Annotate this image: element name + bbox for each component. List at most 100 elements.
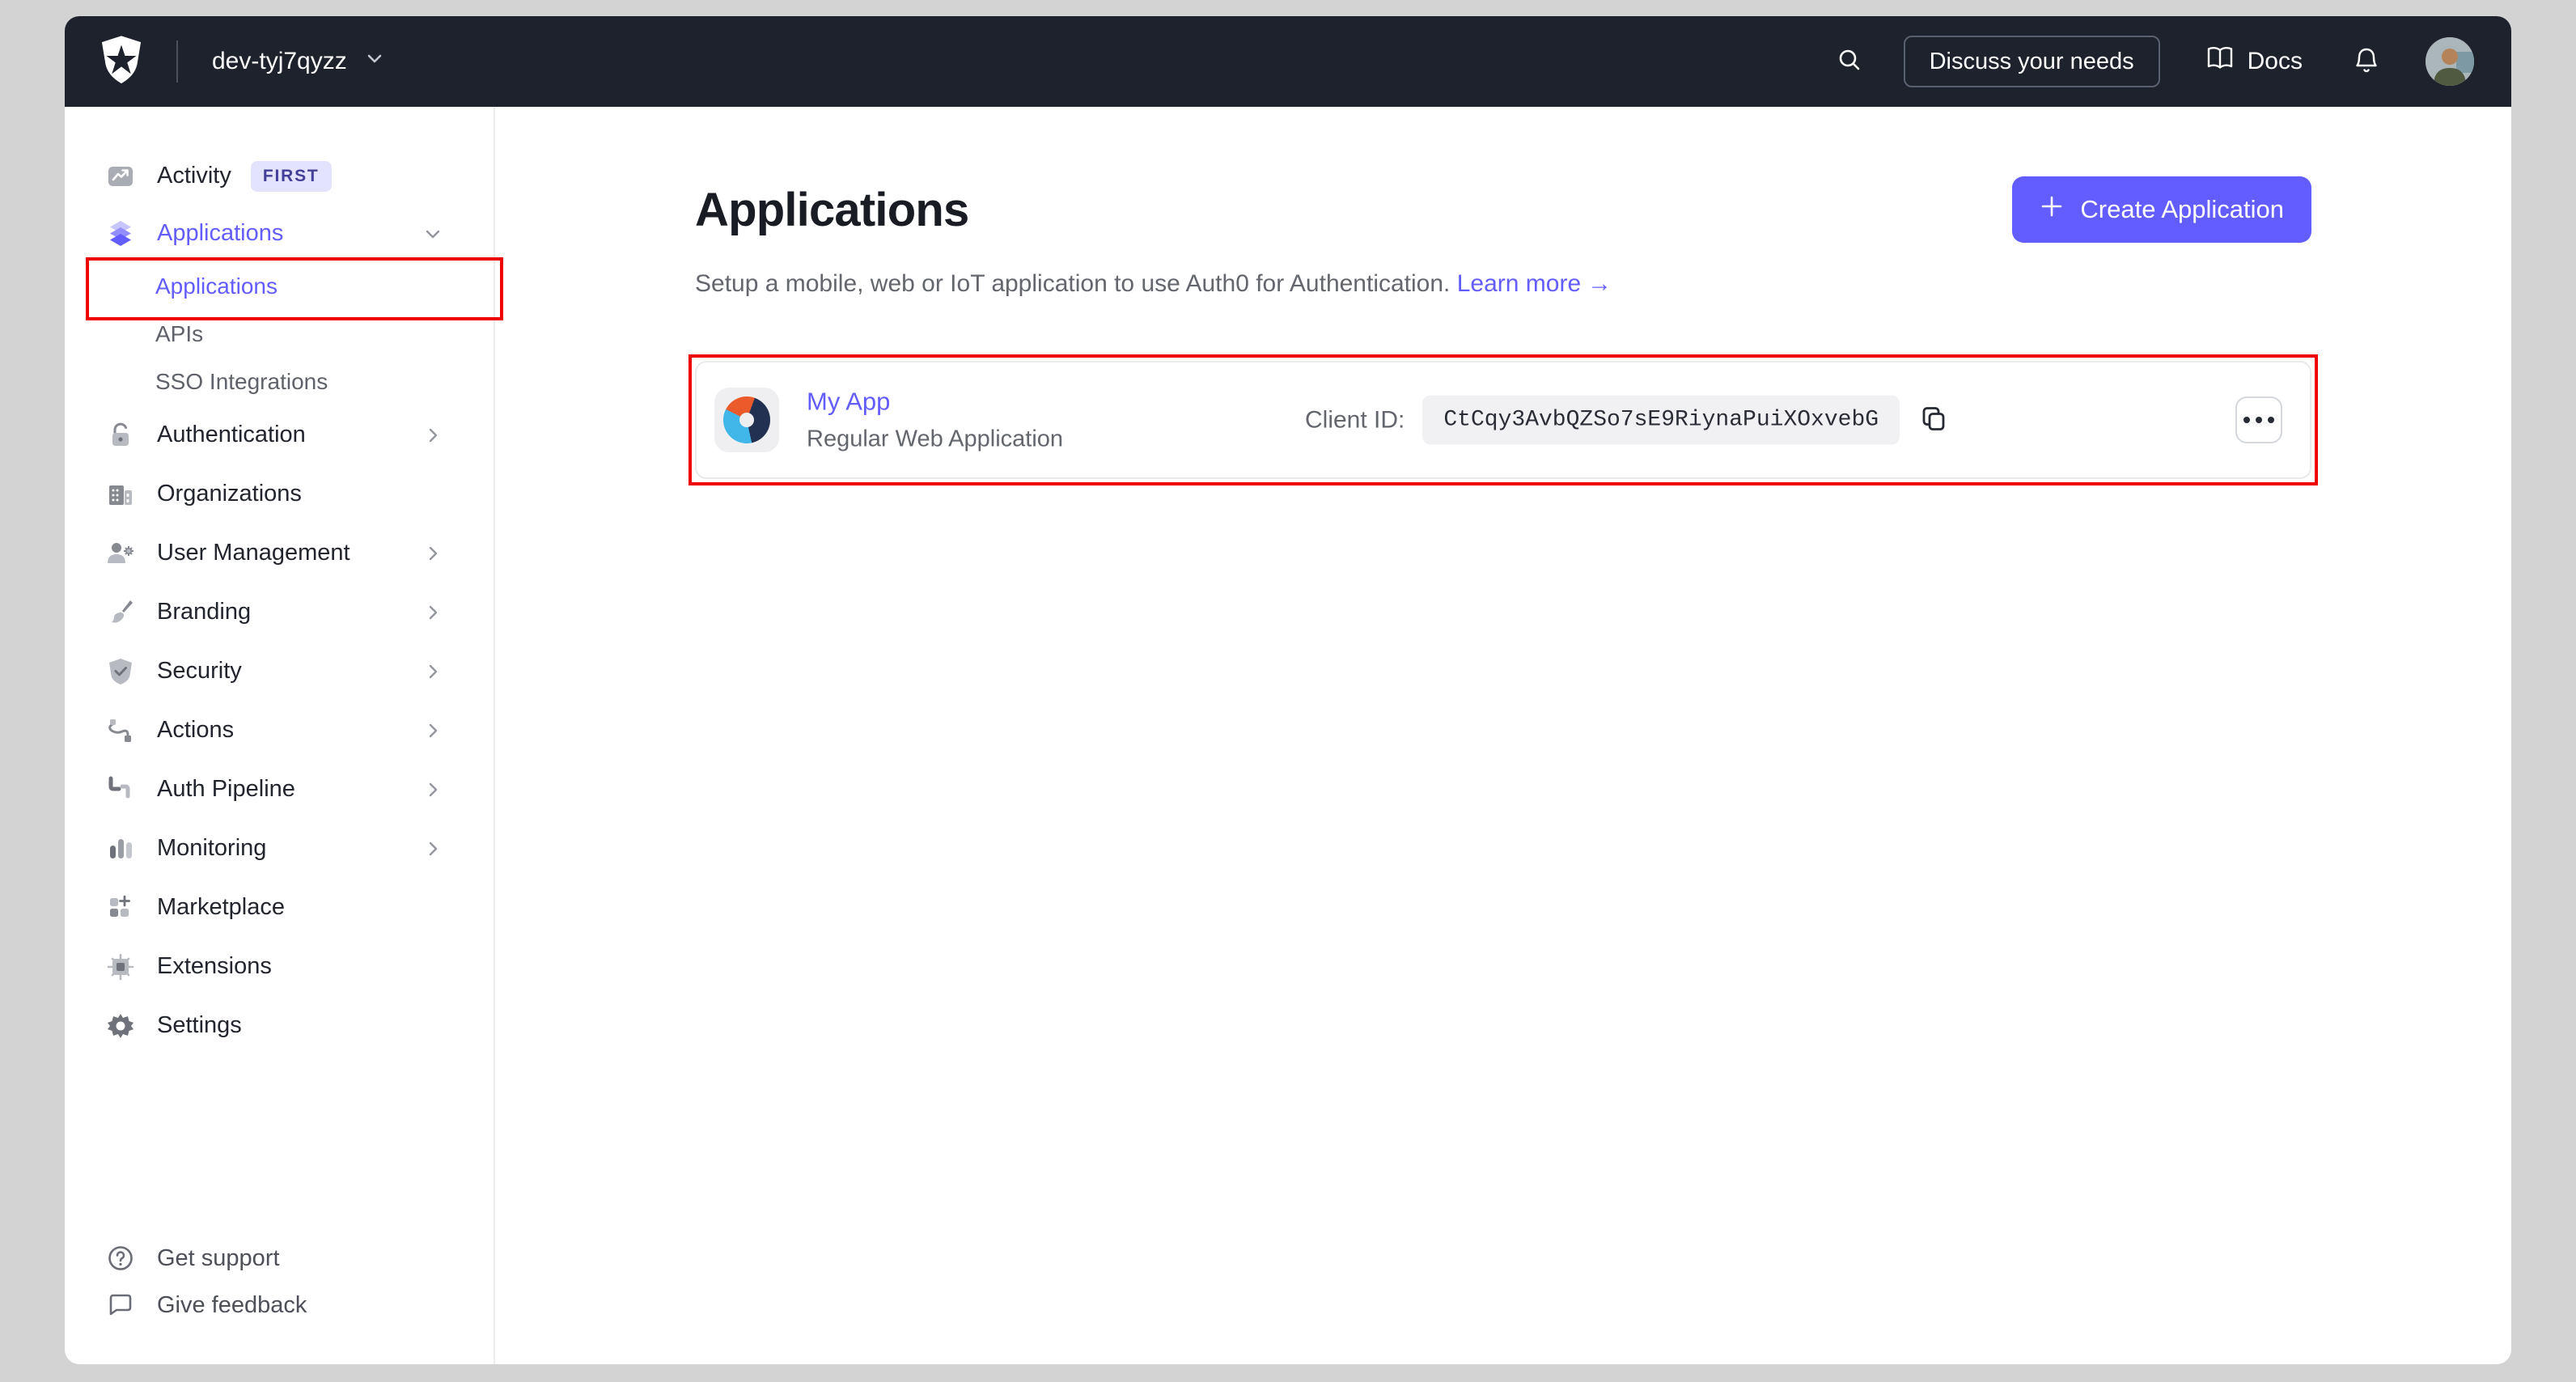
sidebar-item-extensions[interactable]: Extensions	[65, 937, 494, 996]
sidebar-item-settings[interactable]: Settings	[65, 996, 494, 1055]
learn-more-link[interactable]: Learn more	[1457, 270, 1581, 297]
book-icon	[2205, 45, 2235, 78]
applications-icon	[105, 219, 136, 248]
sidebar-item-label: Security	[157, 658, 242, 684]
notifications-button[interactable]	[2353, 46, 2380, 78]
chip-icon	[105, 952, 136, 981]
create-application-button[interactable]: Create Application	[2012, 176, 2311, 243]
auth0-dashboard-window: dev-tyj7qyzz Discuss your needs Docs Act…	[65, 16, 2511, 1364]
search-button[interactable]	[1836, 47, 1863, 77]
sidebar-item-marketplace[interactable]: Marketplace	[65, 878, 494, 937]
building-icon	[105, 480, 136, 509]
sidebar-item-label: Monitoring	[157, 835, 267, 861]
sidebar-subitem-label: APIs	[155, 320, 204, 346]
speech-bubble-icon	[105, 1291, 136, 1319]
sidebar-subitem-sso-integrations[interactable]: SSO Integrations	[65, 358, 494, 405]
sidebar-item-label: Marketplace	[157, 894, 285, 920]
sidebar-subitem-label: Applications	[155, 273, 278, 299]
plus-icon	[2040, 194, 2064, 225]
client-id-label: Client ID:	[1305, 406, 1405, 433]
user-gear-icon	[105, 539, 136, 568]
copy-button[interactable]	[1919, 405, 1948, 436]
sidebar: Activity FIRST Applications Applications	[65, 107, 503, 1364]
sidebar-item-monitoring[interactable]: Monitoring	[65, 819, 494, 878]
app-name-block: My App Regular Web Application	[807, 388, 1063, 453]
sidebar-item-label: Applications	[157, 220, 284, 246]
first-badge: FIRST	[250, 160, 332, 192]
sidebar-footer: Get support Give feedback	[65, 1235, 494, 1329]
sidebar-item-label: Authentication	[157, 422, 306, 447]
chevron-right-icon	[422, 543, 443, 564]
subtitle-text: Setup a mobile, web or IoT application t…	[695, 270, 1451, 297]
tenant-name: dev-tyj7qyzz	[212, 48, 347, 74]
bar-chart-icon	[105, 834, 136, 863]
sidebar-subitem-label: SSO Integrations	[155, 368, 328, 394]
gear-icon	[105, 1011, 136, 1041]
app-type-label: Regular Web Application	[807, 426, 1064, 452]
chevron-right-icon	[422, 720, 443, 741]
page-title: Applications	[695, 183, 969, 236]
app-name-link[interactable]: My App	[807, 388, 1063, 417]
content-header: Applications Create Application	[695, 176, 2311, 243]
marketplace-icon	[105, 893, 136, 922]
sidebar-item-label: Extensions	[157, 953, 272, 979]
sidebar-subitem-applications[interactable]: Applications	[65, 262, 494, 310]
copy-icon	[1919, 405, 1948, 436]
paintbrush-icon	[105, 598, 136, 627]
sidebar-item-label: Organizations	[157, 481, 302, 507]
client-id-group: Client ID: CtCqy3AvbQZSo7sE9RiynaPuiXOxv…	[1305, 395, 1948, 445]
give-feedback-label: Give feedback	[157, 1291, 307, 1318]
chevron-right-icon	[422, 425, 443, 446]
arrow-right-icon: →	[1587, 270, 1612, 297]
get-support-label: Get support	[157, 1244, 280, 1271]
pipeline-icon	[105, 775, 136, 804]
topbar-left: dev-tyj7qyzz	[99, 35, 386, 89]
topbar-divider	[176, 40, 178, 83]
application-row[interactable]: My App Regular Web Application Client ID…	[695, 361, 2311, 479]
tenant-switcher[interactable]: dev-tyj7qyzz	[212, 47, 386, 76]
app-logo-donut-icon	[723, 396, 770, 443]
chevron-right-icon	[422, 661, 443, 682]
get-support-link[interactable]: Get support	[65, 1235, 494, 1282]
give-feedback-link[interactable]: Give feedback	[65, 1282, 494, 1329]
chevron-right-icon	[422, 602, 443, 623]
sidebar-item-actions[interactable]: Actions	[65, 701, 494, 760]
app-body: Activity FIRST Applications Applications	[65, 107, 2511, 1364]
sidebar-item-label: Branding	[157, 599, 252, 625]
help-circle-icon	[105, 1244, 136, 1272]
search-icon	[1836, 47, 1863, 77]
sidebar-item-authentication[interactable]: Authentication	[65, 405, 494, 464]
application-row-wrapper: My App Regular Web Application Client ID…	[688, 354, 2318, 485]
topbar: dev-tyj7qyzz Discuss your needs Docs	[65, 16, 2511, 107]
docs-label: Docs	[2247, 48, 2303, 74]
discuss-your-needs-button[interactable]: Discuss your needs	[1903, 36, 2160, 87]
sidebar-item-security[interactable]: Security	[65, 642, 494, 701]
sidebar-item-applications[interactable]: Applications	[65, 205, 494, 262]
chevron-right-icon	[422, 779, 443, 800]
sidebar-item-auth-pipeline[interactable]: Auth Pipeline	[65, 760, 494, 819]
sidebar-item-label: Activity	[157, 163, 231, 189]
lock-icon	[105, 421, 136, 450]
chevron-down-icon	[422, 223, 443, 244]
activity-icon	[105, 162, 136, 191]
client-id-value: CtCqy3AvbQZSo7sE9RiynaPuiXOxvebG	[1422, 395, 1900, 445]
sidebar-item-branding[interactable]: Branding	[65, 583, 494, 642]
sidebar-item-label: Actions	[157, 717, 235, 743]
auth0-logo	[99, 35, 144, 89]
sidebar-item-label: User Management	[157, 540, 350, 566]
sidebar-subitem-apis[interactable]: APIs	[65, 310, 494, 358]
discuss-your-needs-label: Discuss your needs	[1929, 48, 2134, 74]
sidebar-item-label: Settings	[157, 1012, 242, 1038]
sidebar-item-user-management[interactable]: User Management	[65, 524, 494, 583]
sidebar-item-organizations[interactable]: Organizations	[65, 464, 494, 524]
app-logo-tile	[714, 388, 779, 452]
app-row-actions-button[interactable]	[2235, 396, 2282, 443]
topbar-right: Discuss your needs Docs	[1836, 36, 2474, 87]
avatar[interactable]	[2426, 37, 2474, 86]
page-subtitle: Setup a mobile, web or IoT application t…	[695, 270, 2311, 298]
chevron-right-icon	[422, 838, 443, 859]
main-content: Applications Create Application Setup a …	[495, 107, 2511, 1364]
docs-button[interactable]: Docs	[2205, 45, 2303, 78]
sidebar-item-activity[interactable]: Activity FIRST	[65, 147, 494, 205]
create-application-label: Create Application	[2080, 195, 2284, 223]
